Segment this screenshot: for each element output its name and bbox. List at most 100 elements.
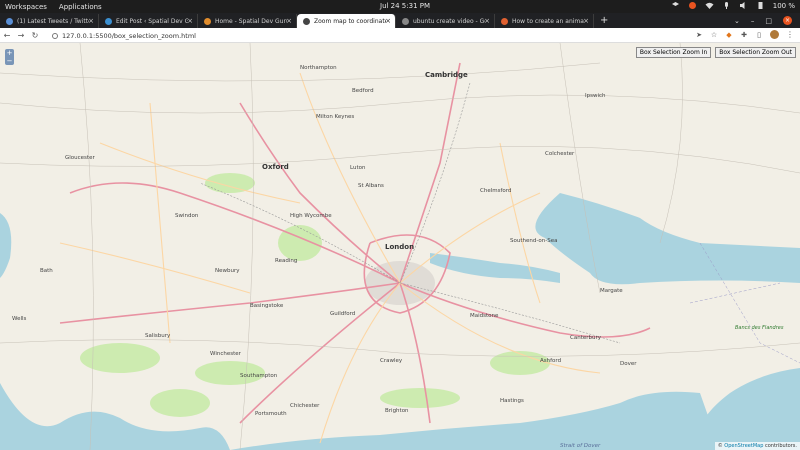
tab-title: Edit Post ‹ Spatial Dev Guru bbox=[116, 17, 188, 25]
clock[interactable]: Jul 24 5:31 PM bbox=[380, 2, 430, 10]
map-label-colchester: Colchester bbox=[545, 151, 575, 157]
map-label-banc-flandres: Bancs des Flandres bbox=[735, 325, 784, 331]
map-label-northampton: Northampton bbox=[300, 65, 337, 71]
tab-zoom-map[interactable]: Zoom map to coordinates in × bbox=[297, 14, 396, 28]
close-icon[interactable]: × bbox=[385, 17, 391, 25]
map-label-brighton: Brighton bbox=[385, 408, 409, 414]
maximize-icon[interactable]: □ bbox=[765, 17, 772, 25]
map-label-oxford: Oxford bbox=[262, 163, 289, 171]
map-view[interactable]: + − Box Selection Zoom In Box Selection … bbox=[0, 43, 800, 450]
map-label-margate: Margate bbox=[600, 288, 623, 294]
map-label-bath: Bath bbox=[40, 268, 53, 274]
map-label-ipswich: Ipswich bbox=[585, 93, 606, 99]
send-icon[interactable]: ➤ bbox=[695, 31, 703, 39]
zoom-in-button[interactable]: + bbox=[5, 49, 14, 57]
wifi-icon[interactable] bbox=[705, 1, 714, 10]
close-icon[interactable]: × bbox=[286, 17, 292, 25]
map-label-cambridge: Cambridge bbox=[425, 71, 468, 79]
map-label-st-albans: St Albans bbox=[358, 183, 384, 189]
tab-title: ubuntu create video - Googl bbox=[413, 17, 485, 25]
address-bar[interactable]: 127.0.0.1:5500/box_selection_zoom.html bbox=[46, 30, 726, 41]
map-label-london: London bbox=[385, 243, 415, 251]
map-label-southampton: Southampton bbox=[240, 373, 278, 379]
tab-title: (1) Latest Tweets / Twitter bbox=[17, 17, 89, 25]
stack-overflow-icon bbox=[501, 17, 508, 25]
map-label-chichester: Chichester bbox=[290, 403, 320, 409]
map-label-wells: Wells bbox=[12, 316, 27, 322]
close-icon[interactable]: × bbox=[187, 17, 193, 25]
url-text[interactable]: 127.0.0.1:5500/box_selection_zoom.html bbox=[62, 32, 196, 40]
map-label-bedford: Bedford bbox=[352, 88, 374, 94]
zoom-out-button[interactable]: − bbox=[5, 57, 14, 65]
new-tab-button[interactable]: + bbox=[594, 14, 614, 28]
ubuntu-icon[interactable] bbox=[688, 1, 697, 10]
tab-twitter[interactable]: (1) Latest Tweets / Twitter × bbox=[0, 14, 99, 28]
map-label-luton: Luton bbox=[350, 165, 366, 171]
map-label-guildford: Guildford bbox=[330, 311, 356, 317]
map-label-high-wycombe: High Wycombe bbox=[290, 213, 332, 219]
microphone-icon[interactable] bbox=[722, 1, 731, 10]
globe-icon bbox=[303, 17, 310, 25]
tab-google-search[interactable]: ubuntu create video - Googl × bbox=[396, 14, 495, 28]
site-info-icon[interactable] bbox=[52, 32, 58, 39]
dropbox-icon[interactable] bbox=[671, 1, 680, 10]
map-label-sea: Strait of Dover bbox=[560, 443, 601, 449]
site-icon bbox=[204, 17, 211, 25]
tab-title: Home - Spatial Dev Guru bbox=[215, 17, 287, 25]
more-menu-icon[interactable]: ⋮ bbox=[786, 30, 794, 39]
wordpress-icon bbox=[105, 17, 112, 25]
close-icon[interactable]: × bbox=[583, 17, 589, 25]
bookmark-star-icon[interactable]: ☆ bbox=[710, 31, 718, 39]
side-panel-icon[interactable]: ▯ bbox=[755, 31, 763, 39]
minimize-icon[interactable]: – bbox=[751, 17, 755, 25]
tab-edit-post[interactable]: Edit Post ‹ Spatial Dev Guru × bbox=[99, 14, 198, 28]
close-icon[interactable]: × bbox=[88, 17, 94, 25]
map-attribution: © OpenStreetMap contributors. bbox=[714, 442, 800, 450]
map-label-reading: Reading bbox=[275, 258, 298, 264]
map-label-maidstone: Maidstone bbox=[470, 313, 499, 319]
back-arrow-icon[interactable]: ← bbox=[0, 31, 14, 40]
map-label-swindon: Swindon bbox=[175, 213, 199, 219]
map-label-crawley: Crawley bbox=[380, 358, 403, 364]
map-label-canterbury: Canterbury bbox=[570, 335, 601, 341]
google-icon bbox=[402, 17, 409, 25]
map-label-gloucester: Gloucester bbox=[65, 155, 95, 161]
tab-home[interactable]: Home - Spatial Dev Guru × bbox=[198, 14, 297, 28]
map-label-southend: Southend-on-Sea bbox=[510, 238, 558, 244]
browser-toolbar: ← → ↻ 127.0.0.1:5500/box_selection_zoom.… bbox=[0, 28, 800, 43]
window-close-icon[interactable]: × bbox=[783, 16, 792, 25]
browser-tab-strip: (1) Latest Tweets / Twitter × Edit Post … bbox=[0, 13, 800, 28]
attribution-suffix: contributors. bbox=[763, 443, 797, 449]
tab-animated-gif[interactable]: How to create an animated G × bbox=[495, 14, 594, 28]
map-label-milton-keynes: Milton Keynes bbox=[316, 114, 355, 120]
map-label-hastings: Hastings bbox=[500, 398, 524, 404]
openstreetmap-link[interactable]: OpenStreetMap bbox=[724, 443, 763, 449]
workspaces-menu[interactable]: Workspaces bbox=[5, 3, 47, 11]
close-icon[interactable]: × bbox=[484, 17, 490, 25]
zoom-control: + − bbox=[5, 49, 14, 65]
map-label-winchester: Winchester bbox=[210, 351, 241, 357]
map-label-ashford: Ashford bbox=[540, 358, 562, 364]
avatar[interactable] bbox=[770, 30, 779, 39]
battery-level: 100 % bbox=[772, 1, 795, 10]
map-label-basingstoke: Basingstoke bbox=[250, 303, 284, 309]
forward-arrow-icon[interactable]: → bbox=[14, 31, 28, 40]
tab-list-chevron-icon[interactable]: ⌄ bbox=[734, 17, 740, 25]
twitter-icon bbox=[6, 17, 13, 25]
map-label-dover: Dover bbox=[620, 361, 637, 367]
tab-title: Zoom map to coordinates in bbox=[314, 17, 386, 25]
map-label-newbury: Newbury bbox=[215, 268, 240, 274]
tab-title: How to create an animated G bbox=[512, 17, 584, 25]
volume-icon[interactable] bbox=[739, 1, 748, 10]
extensions-icon[interactable]: ✚ bbox=[740, 31, 748, 39]
os-top-bar: Workspaces Applications Jul 24 5:31 PM 1… bbox=[0, 0, 800, 13]
battery-icon[interactable] bbox=[756, 1, 765, 10]
map-label-portsmouth: Portsmouth bbox=[255, 411, 287, 417]
reload-icon[interactable]: ↻ bbox=[28, 31, 42, 40]
metamask-icon[interactable]: ◆ bbox=[725, 31, 733, 39]
map-label-salisbury: Salisbury bbox=[145, 333, 171, 339]
applications-menu[interactable]: Applications bbox=[59, 3, 102, 11]
map-label-chelmsford: Chelmsford bbox=[480, 188, 512, 194]
box-zoom-out-button[interactable]: Box Selection Zoom Out bbox=[715, 47, 796, 58]
box-zoom-in-button[interactable]: Box Selection Zoom In bbox=[635, 47, 712, 58]
